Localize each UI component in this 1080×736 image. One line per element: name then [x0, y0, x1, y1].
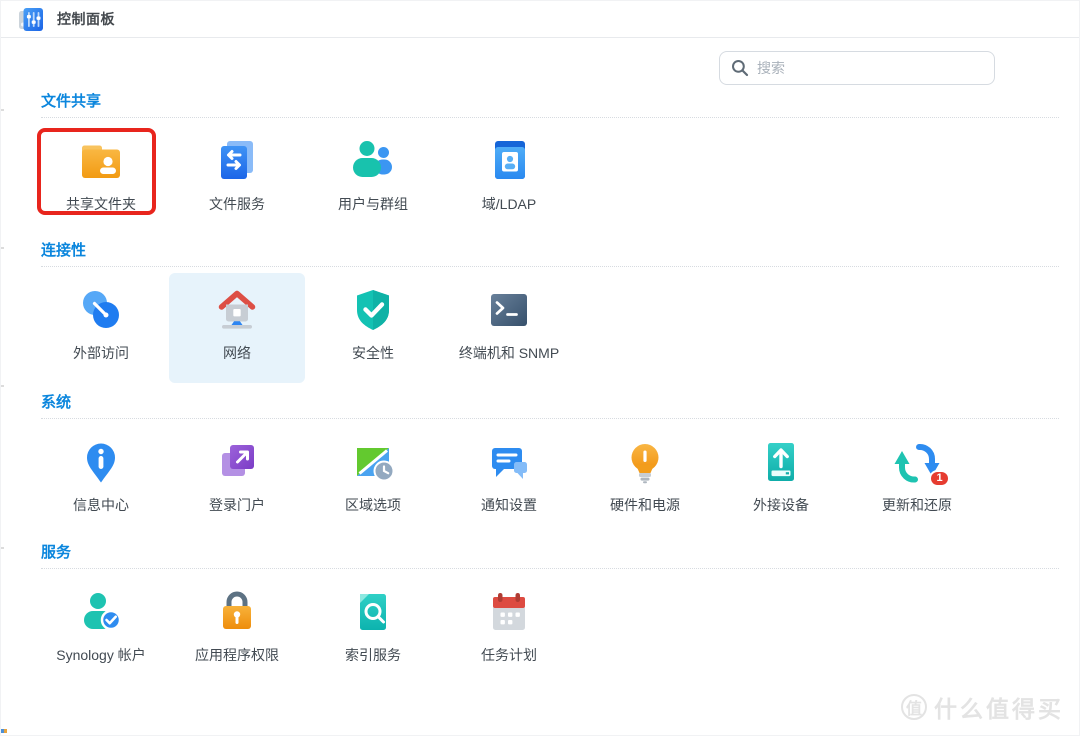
regional-options-icon	[347, 436, 399, 488]
section-2: 系统 信息中心 登录门户 区域选项 通知设置 硬件和电源 外接设备 1 更新和还…	[41, 394, 1059, 535]
update-count-badge: 1	[929, 470, 950, 487]
app-tile-external-devices[interactable]: 外接设备	[713, 425, 849, 535]
titlebar: 控制面板	[1, 1, 1079, 38]
tile-row: Synology 帐户 应用程序权限 索引服务 任务计划	[33, 575, 1059, 685]
app-tile-network[interactable]: 网络	[169, 273, 305, 383]
external-devices-icon	[755, 436, 807, 488]
hardware-power-icon	[619, 436, 671, 488]
section-divider	[41, 568, 1059, 569]
section-divider	[41, 418, 1059, 419]
section-3: 服务 Synology 帐户 应用程序权限 索引服务 任务计划	[41, 544, 1059, 685]
app-tile-indexing-service[interactable]: 索引服务	[305, 575, 441, 685]
app-tile-update-restore[interactable]: 1 更新和还原	[849, 425, 985, 535]
app-tile-domain-ldap[interactable]: 域/LDAP	[441, 124, 577, 234]
domain-ldap-icon	[483, 135, 535, 187]
app-tile-label: 用户与群组	[338, 196, 408, 212]
app-tile-label: 外部访问	[73, 345, 129, 361]
shared-folder-icon	[75, 135, 127, 187]
section-title: 系统	[41, 394, 72, 411]
login-portal-icon	[211, 436, 263, 488]
app-tile-security[interactable]: 安全性	[305, 273, 441, 383]
network-icon	[211, 284, 263, 336]
app-tile-label: 网络	[223, 345, 251, 361]
section-1: 连接性 外部访问 网络 安全性 终端机和 SNMP	[41, 242, 1059, 383]
app-tile-label: 终端机和 SNMP	[458, 345, 560, 361]
watermark-text: 什么值得买	[934, 696, 1064, 722]
page-edge-mark	[1, 109, 4, 111]
section-title: 连接性	[41, 242, 87, 259]
control-panel-icon	[18, 6, 45, 33]
app-tile-label: 索引服务	[345, 647, 401, 663]
file-services-icon	[211, 135, 263, 187]
task-scheduler-icon	[483, 586, 535, 638]
app-privileges-icon	[211, 586, 263, 638]
app-tile-external-access[interactable]: 外部访问	[33, 273, 169, 383]
app-tile-synology-account[interactable]: Synology 帐户	[33, 575, 169, 685]
page-edge-mark	[1, 247, 4, 249]
tile-row: 外部访问 网络 安全性 终端机和 SNMP	[33, 273, 1059, 383]
app-tile-hardware-power[interactable]: 硬件和电源	[577, 425, 713, 535]
app-tile-app-privileges[interactable]: 应用程序权限	[169, 575, 305, 685]
smzdm-watermark: 值 什么值得买	[901, 690, 1064, 724]
app-tile-label: 应用程序权限	[195, 647, 279, 663]
search-box[interactable]	[719, 51, 995, 85]
info-center-icon	[75, 436, 127, 488]
window-title: 控制面板	[57, 11, 115, 27]
app-tile-label: 登录门户	[209, 497, 265, 513]
page-edge-mark	[1, 547, 4, 549]
app-tile-regional-options[interactable]: 区域选项	[305, 425, 441, 535]
section-divider	[41, 266, 1059, 267]
indexing-service-icon	[347, 586, 399, 638]
app-tile-label: 信息中心	[73, 497, 129, 513]
app-tile-info-center[interactable]: 信息中心	[33, 425, 169, 535]
tile-row: 共享文件夹 文件服务 用户与群组 域/LDAP	[33, 124, 1059, 234]
app-tile-login-portal[interactable]: 登录门户	[169, 425, 305, 535]
search-icon	[732, 60, 749, 77]
app-tile-notification-settings[interactable]: 通知设置	[441, 425, 577, 535]
page-edge-mark	[1, 385, 4, 387]
app-tile-file-services[interactable]: 文件服务	[169, 124, 305, 234]
search-input[interactable]	[757, 60, 983, 76]
section-0: 文件共享 共享文件夹 文件服务 用户与群组 域/LDAP	[37, 93, 1059, 234]
security-icon	[347, 284, 399, 336]
update-restore-icon: 1	[891, 436, 950, 488]
section-title: 文件共享	[41, 93, 102, 110]
app-tile-label: 共享文件夹	[66, 196, 136, 212]
app-tile-terminal-snmp[interactable]: 终端机和 SNMP	[441, 273, 577, 383]
app-tile-task-scheduler[interactable]: 任务计划	[441, 575, 577, 685]
control-panel-grid: 文件共享 共享文件夹 文件服务 用户与群组 域/LDAP 连接性 外部访问 网络…	[1, 93, 1079, 685]
app-tile-label: 外接设备	[753, 497, 809, 513]
users-groups-icon	[347, 135, 399, 187]
synology-account-icon	[75, 586, 127, 638]
app-tile-label: Synology 帐户	[56, 647, 146, 663]
app-tile-users-groups[interactable]: 用户与群组	[305, 124, 441, 234]
taskbar-fragment	[1, 729, 7, 733]
external-access-icon	[75, 284, 127, 336]
app-tile-label: 更新和还原	[882, 497, 952, 513]
app-tile-shared-folder[interactable]: 共享文件夹	[33, 124, 169, 234]
app-tile-label: 文件服务	[209, 196, 265, 212]
app-tile-label: 安全性	[352, 345, 394, 361]
app-tile-label: 区域选项	[345, 497, 401, 513]
app-tile-label: 通知设置	[481, 497, 537, 513]
app-tile-label: 域/LDAP	[481, 196, 537, 212]
section-divider	[41, 117, 1059, 118]
app-tile-label: 任务计划	[481, 647, 537, 663]
tile-row: 信息中心 登录门户 区域选项 通知设置 硬件和电源 外接设备 1 更新和还原	[33, 425, 1059, 535]
app-tile-label: 硬件和电源	[610, 497, 680, 513]
terminal-snmp-icon	[483, 284, 535, 336]
watermark-badge: 值	[901, 694, 927, 720]
section-title: 服务	[41, 544, 72, 561]
notification-settings-icon	[483, 436, 535, 488]
